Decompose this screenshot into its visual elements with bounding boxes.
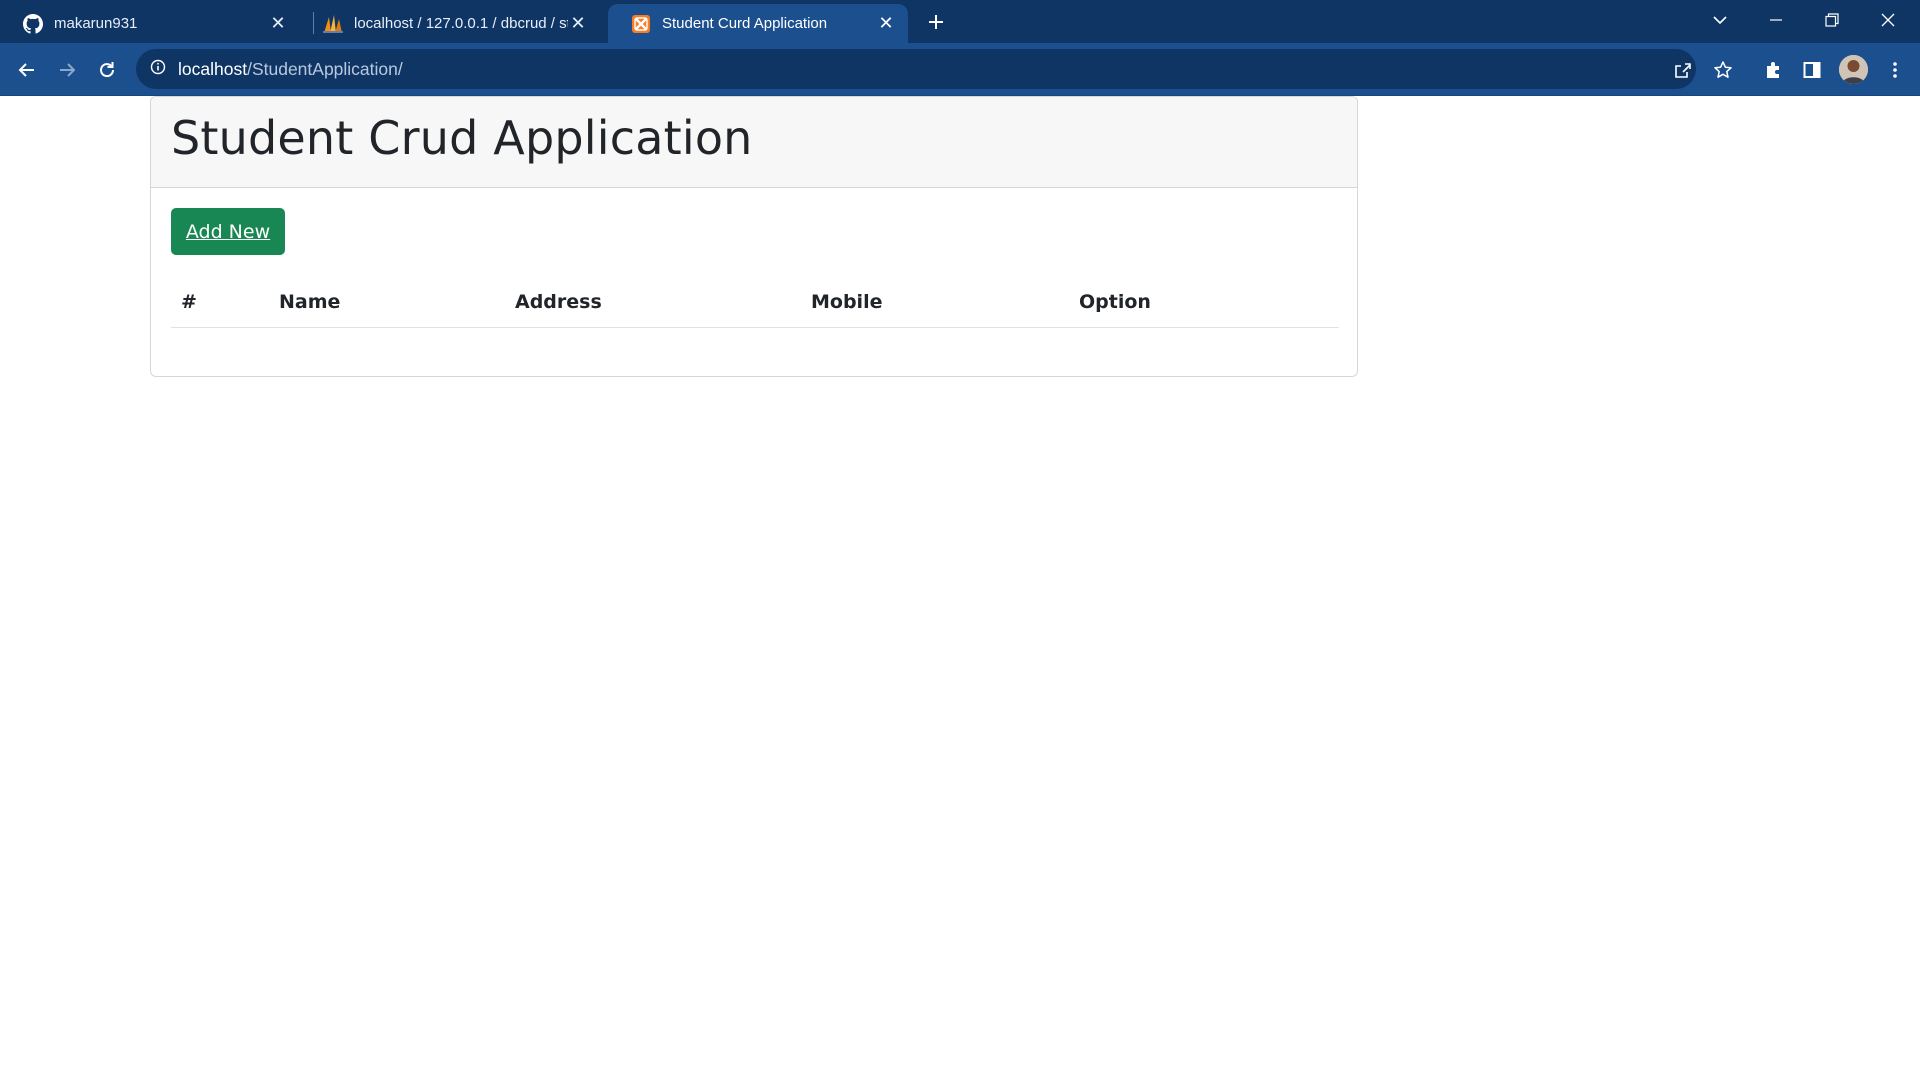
github-icon (22, 13, 44, 35)
tab-github[interactable]: makarun931 ✕ (0, 4, 300, 43)
browser-toolbar: localhost/StudentApplication/ (0, 43, 1920, 96)
tab-label: makarun931 (54, 15, 138, 32)
url-path: /StudentApplication/ (247, 58, 403, 79)
back-button[interactable] (12, 55, 42, 85)
browser-tab-strip: makarun931 ✕ localhost / 127.0.0.1 / dbc… (0, 0, 1920, 43)
minimize-icon (1770, 19, 1782, 21)
side-panel-icon (1803, 62, 1821, 78)
phpmyadmin-icon (322, 13, 344, 35)
share-icon (1675, 63, 1691, 78)
more-vert-icon (1893, 62, 1897, 78)
plus-icon (929, 15, 943, 29)
tab-label: Student Curd Application (662, 15, 828, 32)
tab-student-application[interactable]: Student Curd Application ✕ (608, 4, 908, 43)
profile-avatar[interactable] (1839, 55, 1868, 84)
students-table: # Name Address Mobile Option (171, 277, 1339, 328)
column-header-mobile: Mobile (801, 277, 1069, 328)
tab-search-button[interactable] (1692, 0, 1748, 40)
minimize-button[interactable] (1748, 0, 1804, 40)
tab-phpmyadmin[interactable]: localhost / 127.0.0.1 / dbcrud / st ✕ (300, 4, 600, 43)
close-icon[interactable]: ✕ (268, 13, 288, 34)
new-tab-button[interactable] (922, 8, 950, 36)
close-icon (1881, 13, 1895, 27)
card-body: Add New # Name Address Mobile Option (151, 188, 1357, 328)
url-text: localhost/StudentApplication/ (178, 59, 403, 80)
bookmark-star-button[interactable] (1708, 55, 1738, 85)
reload-button[interactable] (92, 55, 122, 85)
column-header-address: Address (505, 277, 801, 328)
student-card: Student Crud Application Add New # Name … (150, 96, 1358, 377)
page-title: Student Crud Application (171, 111, 753, 165)
xampp-icon (630, 13, 652, 35)
extensions-button[interactable] (1758, 55, 1788, 85)
column-header-option: Option (1069, 277, 1339, 328)
address-bar[interactable]: localhost/StudentApplication/ (136, 49, 1696, 89)
restore-icon (1825, 13, 1839, 27)
table-header-row: # Name Address Mobile Option (171, 277, 1339, 328)
side-panel-button[interactable] (1797, 55, 1827, 85)
puzzle-icon (1767, 62, 1779, 78)
card-header: Student Crud Application (151, 97, 1357, 188)
close-window-button[interactable] (1860, 0, 1916, 40)
close-icon[interactable]: ✕ (568, 13, 588, 34)
url-host: localhost (178, 58, 248, 79)
menu-button[interactable] (1880, 55, 1910, 85)
tab-label: localhost / 127.0.0.1 / dbcrud / st (354, 15, 568, 32)
arrow-left-icon (18, 63, 34, 77)
column-header-number: # (171, 277, 269, 328)
reload-icon (100, 62, 115, 78)
share-button[interactable] (1668, 55, 1698, 85)
chevron-down-icon (1713, 16, 1727, 25)
forward-button[interactable] (52, 55, 82, 85)
column-header-name: Name (269, 277, 505, 328)
close-icon[interactable]: ✕ (876, 13, 896, 34)
arrow-right-icon (60, 63, 76, 77)
restore-button[interactable] (1804, 0, 1860, 40)
info-icon[interactable] (150, 59, 166, 80)
add-new-button[interactable]: Add New (171, 208, 285, 255)
star-icon (1714, 61, 1732, 78)
